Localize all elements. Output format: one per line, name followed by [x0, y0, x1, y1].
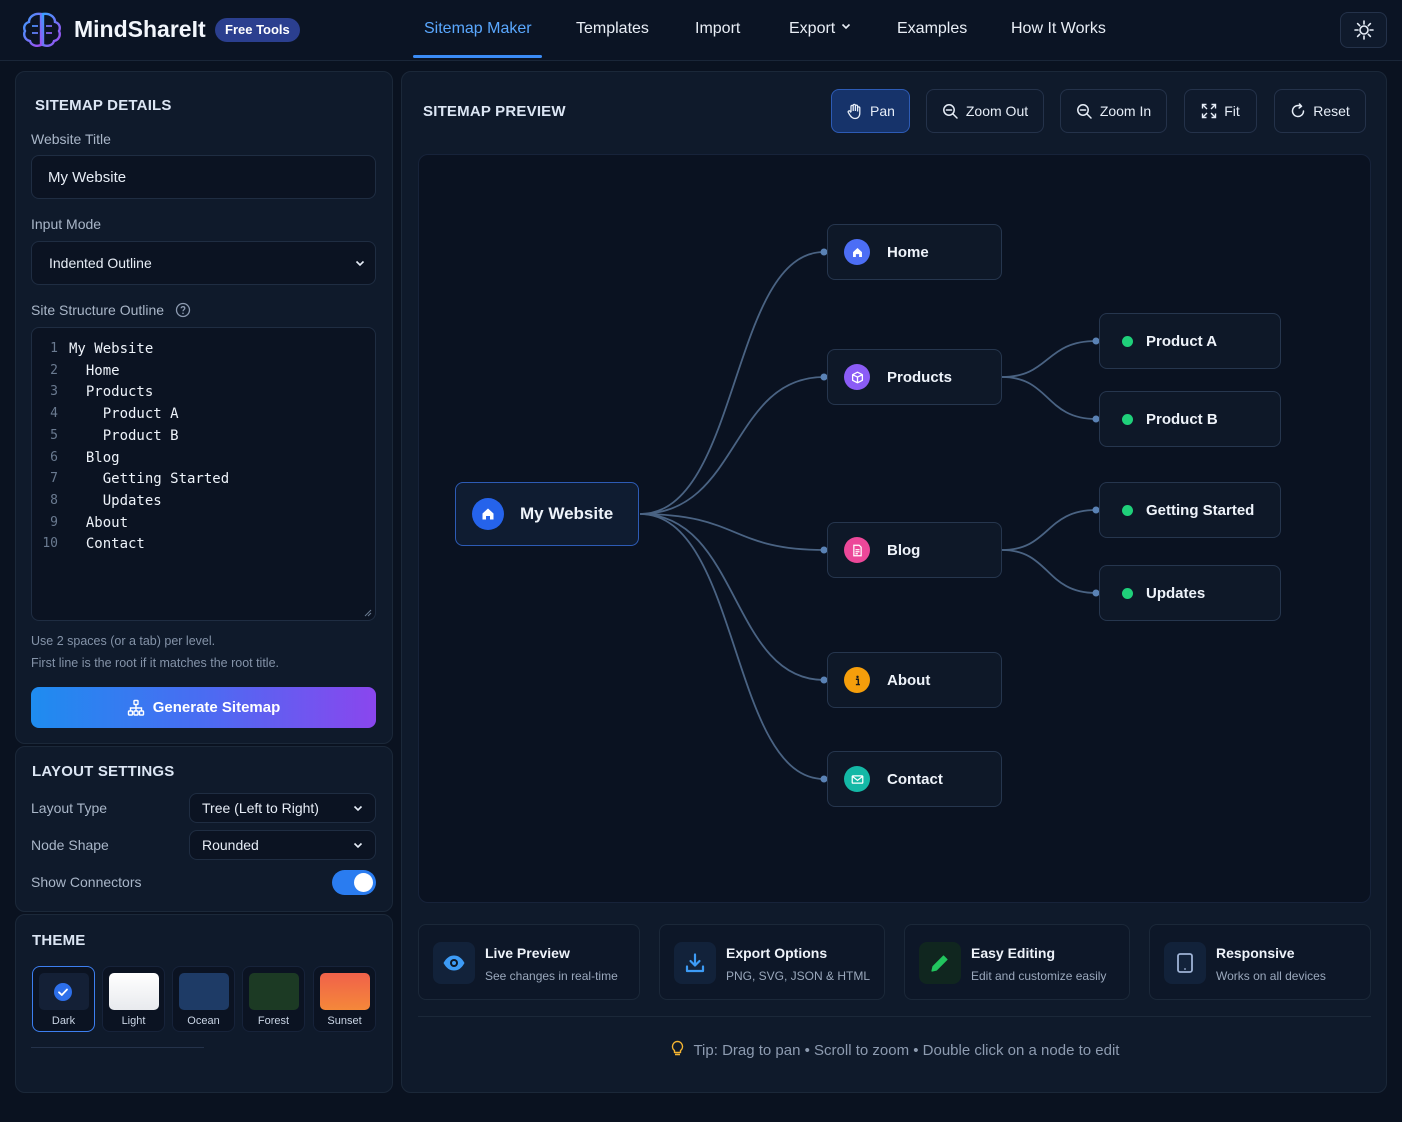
connector-getting-started — [1001, 509, 1097, 551]
node-home-label: Home — [887, 243, 929, 261]
tip-body: Drag to pan • Scroll to zoom • Double cl… — [722, 1042, 1120, 1059]
feature-subtitle: Edit and customize easily — [971, 969, 1107, 983]
info-icon — [844, 667, 870, 693]
connector-updates — [1001, 549, 1097, 594]
connector-product-b — [1001, 376, 1097, 420]
node-updates-label: Updates — [1146, 584, 1206, 602]
node-updates[interactable]: Updates — [1099, 565, 1281, 621]
feature-title: Live Preview — [485, 945, 570, 961]
connector-product-a — [1001, 340, 1097, 378]
home-icon — [844, 239, 870, 265]
node-products[interactable]: Products — [827, 349, 1002, 405]
feature-subtitle: PNG, SVG, JSON & HTML — [726, 969, 871, 983]
status-dot — [1122, 587, 1133, 599]
feature-responsive: Responsive Works on all devices — [1149, 924, 1371, 1000]
home-icon — [472, 498, 504, 530]
status-dot — [1122, 413, 1133, 425]
document-icon — [844, 537, 870, 563]
status-dot — [1122, 504, 1133, 516]
node-contact[interactable]: Contact — [827, 751, 1002, 807]
node-product-b-label: Product B — [1146, 410, 1218, 428]
eye-icon — [433, 942, 475, 984]
feature-title: Responsive — [1216, 945, 1295, 961]
status-dot — [1122, 335, 1133, 347]
node-getting-started[interactable]: Getting Started — [1099, 482, 1281, 538]
preview-divider — [418, 1016, 1371, 1017]
feature-subtitle: Works on all devices — [1216, 969, 1326, 983]
connector-about — [639, 513, 825, 681]
node-getting-started-label: Getting Started — [1146, 501, 1255, 519]
node-root[interactable]: My Website — [455, 482, 639, 546]
tablet-icon — [1164, 942, 1206, 984]
node-products-label: Products — [887, 368, 953, 386]
node-root-label: My Website — [520, 504, 614, 523]
feature-export-options: Export Options PNG, SVG, JSON & HTML — [659, 924, 885, 1000]
box-icon — [844, 364, 870, 390]
node-blog-label: Blog — [887, 541, 921, 559]
tip-text: Tip: Drag to pan • Scroll to zoom • Doub… — [418, 1040, 1371, 1059]
connector-home — [639, 251, 825, 515]
pencil-icon — [919, 942, 961, 984]
node-contact-label: Contact — [887, 770, 943, 788]
feature-live-preview: Live Preview See changes in real-time — [418, 924, 640, 1000]
node-product-a-label: Product A — [1146, 332, 1218, 350]
node-home[interactable]: Home — [827, 224, 1002, 280]
node-about-label: About — [887, 671, 931, 689]
mail-icon — [844, 766, 870, 792]
download-icon — [674, 942, 716, 984]
tip-prefix: Tip: — [693, 1042, 718, 1059]
lightbulb-icon — [671, 1040, 683, 1056]
feature-easy-editing: Easy Editing Edit and customize easily — [904, 924, 1130, 1000]
node-product-a[interactable]: Product A — [1099, 313, 1281, 369]
connector-contact — [639, 513, 825, 780]
node-blog[interactable]: Blog — [827, 522, 1002, 578]
node-about[interactable]: About — [827, 652, 1002, 708]
connector-products — [639, 376, 825, 515]
node-product-b[interactable]: Product B — [1099, 391, 1281, 447]
feature-subtitle: See changes in real-time — [485, 969, 618, 983]
feature-title: Export Options — [726, 945, 828, 961]
feature-title: Easy Editing — [971, 945, 1056, 961]
